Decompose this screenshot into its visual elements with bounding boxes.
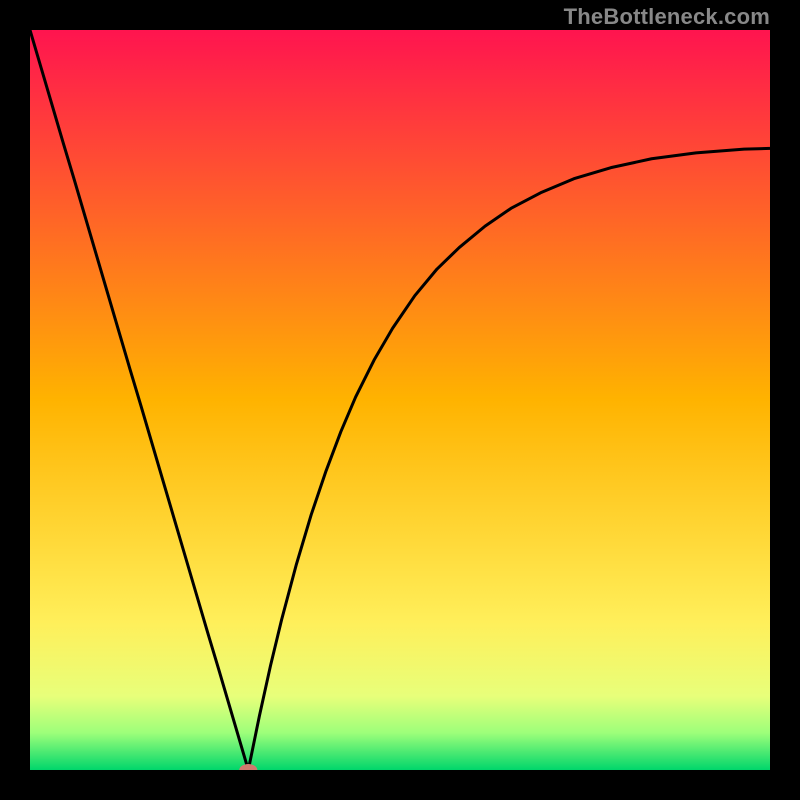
watermark-text: TheBottleneck.com — [564, 4, 770, 30]
chart-svg — [30, 30, 770, 770]
plot-area — [30, 30, 770, 770]
chart-frame: TheBottleneck.com — [0, 0, 800, 800]
gradient-background — [30, 30, 770, 770]
